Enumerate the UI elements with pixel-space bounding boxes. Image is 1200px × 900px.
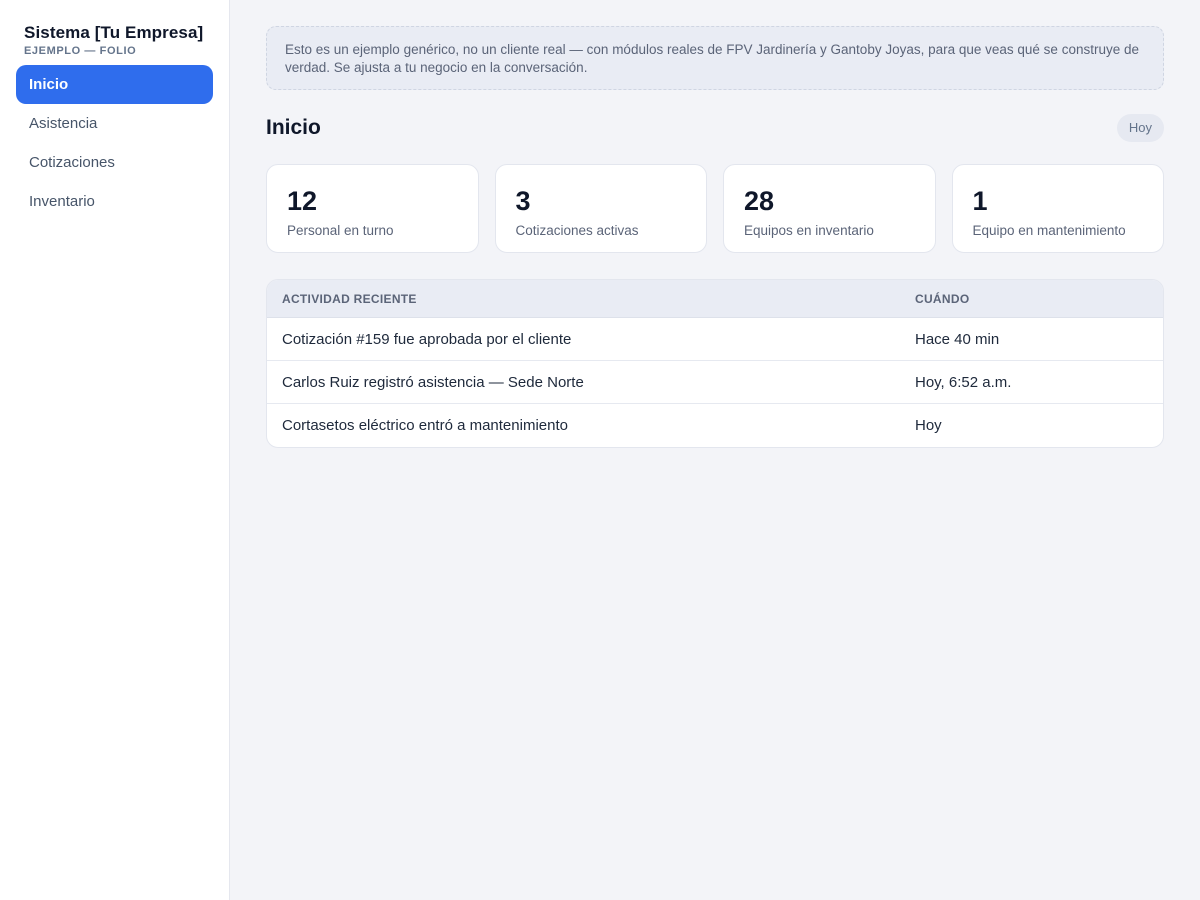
stat-label: Personal en turno (287, 223, 394, 238)
notice-banner: Esto es un ejemplo genérico, no un clien… (266, 26, 1164, 90)
brand-subtitle: EJEMPLO — FOLIO (24, 45, 137, 57)
table-row[interactable]: Carlos Ruiz registró asistencia — Sede N… (267, 361, 1163, 404)
table-row[interactable]: Cortasetos eléctrico entró a mantenimien… (267, 404, 1163, 447)
brand: Sistema [Tu Empresa] EJEMPLO — FOLIO (0, 0, 229, 58)
table-row[interactable]: Cotización #159 fue aprobada por el clie… (267, 318, 1163, 361)
stat-card-equipos: 28 Equipos en inventario (723, 164, 936, 253)
stat-value: 1 (972, 186, 988, 216)
activity-when: Hace 40 min (915, 330, 1000, 348)
activity-when: Hoy (915, 417, 942, 434)
column-header-activity: ACTIVIDAD RECIENTE (282, 291, 417, 306)
stat-value: 12 (287, 186, 318, 216)
sidebar-item-asistencia[interactable]: Asistencia (16, 104, 213, 143)
brand-title: Sistema [Tu Empresa] (24, 23, 204, 42)
stat-card-cotizaciones: 3 Cotizaciones activas (494, 164, 707, 253)
stats-row: 12 Personal en turno 3 Cotizaciones acti… (266, 164, 1164, 253)
sidebar-item-inventario[interactable]: Inventario (16, 182, 213, 221)
stat-card-personal: 12 Personal en turno (266, 164, 479, 253)
stat-label: Cotizaciones activas (515, 223, 639, 238)
activity-text: Carlos Ruiz registró asistencia — Sede N… (282, 373, 584, 391)
page-header: Inicio Hoy (266, 114, 1164, 142)
stat-label: Equipo en mantenimiento (972, 223, 1126, 238)
stat-label: Equipos en inventario (744, 223, 874, 238)
stat-value: 28 (744, 186, 775, 216)
sidebar-item-inicio[interactable]: Inicio (16, 65, 213, 104)
sidebar: Sistema [Tu Empresa] EJEMPLO — FOLIO Ini… (0, 0, 230, 900)
table-header: ACTIVIDAD RECIENTE CUÁNDO (267, 280, 1163, 318)
stat-card-mantenimiento: 1 Equipo en mantenimiento (951, 164, 1164, 253)
sidebar-item-cotizaciones[interactable]: Cotizaciones (16, 143, 213, 182)
main-content: Esto es un ejemplo genérico, no un clien… (230, 0, 1200, 900)
stat-value: 3 (515, 186, 531, 216)
activity-table: ACTIVIDAD RECIENTE CUÁNDO Cotización #15… (266, 279, 1164, 448)
activity-text: Cotización #159 fue aprobada por el clie… (282, 330, 572, 348)
activity-when: Hoy, 6:52 a.m. (915, 373, 1012, 391)
page-title: Inicio (266, 116, 321, 139)
activity-text: Cortasetos eléctrico entró a mantenimien… (282, 417, 568, 434)
date-pill[interactable]: Hoy (1116, 114, 1164, 142)
column-header-when: CUÁNDO (915, 291, 970, 306)
sidebar-nav: Inicio Asistencia Cotizaciones Inventari… (0, 58, 229, 221)
